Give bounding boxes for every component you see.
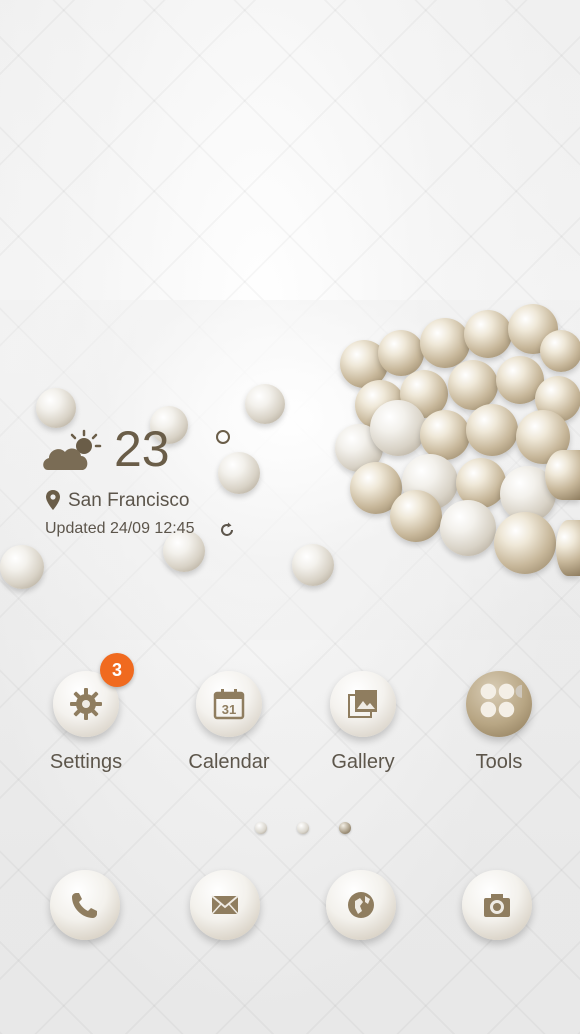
page-dot[interactable] (297, 822, 309, 834)
app-gallery[interactable]: Gallery (302, 671, 422, 791)
browser-icon (348, 892, 374, 918)
pearl-necklace-pearl (370, 400, 426, 456)
pearl-necklace-pearl (556, 520, 580, 576)
dock-camera[interactable] (462, 870, 532, 940)
pearl-decoration (292, 544, 334, 586)
temperature-value: 23 (114, 421, 170, 477)
pearl-necklace-pearl (378, 330, 424, 376)
app-label: Gallery (331, 751, 395, 773)
gallery-icon (348, 690, 377, 718)
city-name: San Francisco (68, 490, 190, 511)
pearl-decoration (245, 384, 285, 424)
app-calendar[interactable]: 31 Calendar (168, 671, 288, 791)
pearl-necklace-pearl (464, 310, 512, 358)
pearl-necklace-pearl (420, 318, 470, 368)
pearl-necklace-pearl (440, 500, 496, 556)
dock-phone[interactable] (50, 870, 120, 940)
app-tools-folder[interactable]: Tools (438, 671, 558, 791)
pearl-necklace-pearl (420, 410, 470, 460)
calendar-icon: 31 (213, 689, 245, 720)
dock-messages[interactable] (190, 870, 260, 940)
partly-cloudy-icon (43, 429, 102, 470)
app-label: Tools (475, 751, 523, 773)
dock-browser[interactable] (326, 870, 396, 940)
pearl-necklace-pearl (390, 490, 442, 542)
tools-folder-icon (480, 683, 522, 718)
dock (0, 870, 580, 960)
page-dot-current[interactable] (339, 822, 351, 834)
pearl-necklace-pearl (540, 330, 580, 372)
app-label: Calendar (188, 751, 270, 773)
calendar-date: 31 (222, 702, 236, 717)
home-screen: 23 San Francisco Updated 24/09 12:45 Set… (0, 0, 580, 1034)
degree-symbol-icon (216, 430, 230, 444)
pearl-decoration (0, 545, 44, 589)
page-indicator (255, 822, 355, 836)
updated-timestamp: Updated 24/09 12:45 (45, 520, 195, 537)
pearl-necklace-pearl (466, 404, 518, 456)
gear-icon (70, 688, 102, 720)
notification-badge: 3 (100, 653, 134, 687)
pearl-necklace-pearl (448, 360, 498, 410)
camera-icon (484, 894, 510, 917)
refresh-icon[interactable] (218, 521, 236, 539)
page-dot[interactable] (255, 822, 267, 834)
location-pin-icon (46, 490, 60, 510)
pearl-necklace-pearl (494, 512, 556, 574)
weather-widget[interactable]: 23 San Francisco Updated 24/09 12:45 (40, 420, 280, 550)
pearl-necklace-pearl (545, 450, 580, 500)
message-icon (211, 895, 239, 915)
phone-icon (72, 893, 97, 918)
app-label: Settings (49, 751, 123, 773)
app-settings[interactable]: Settings (25, 671, 145, 791)
